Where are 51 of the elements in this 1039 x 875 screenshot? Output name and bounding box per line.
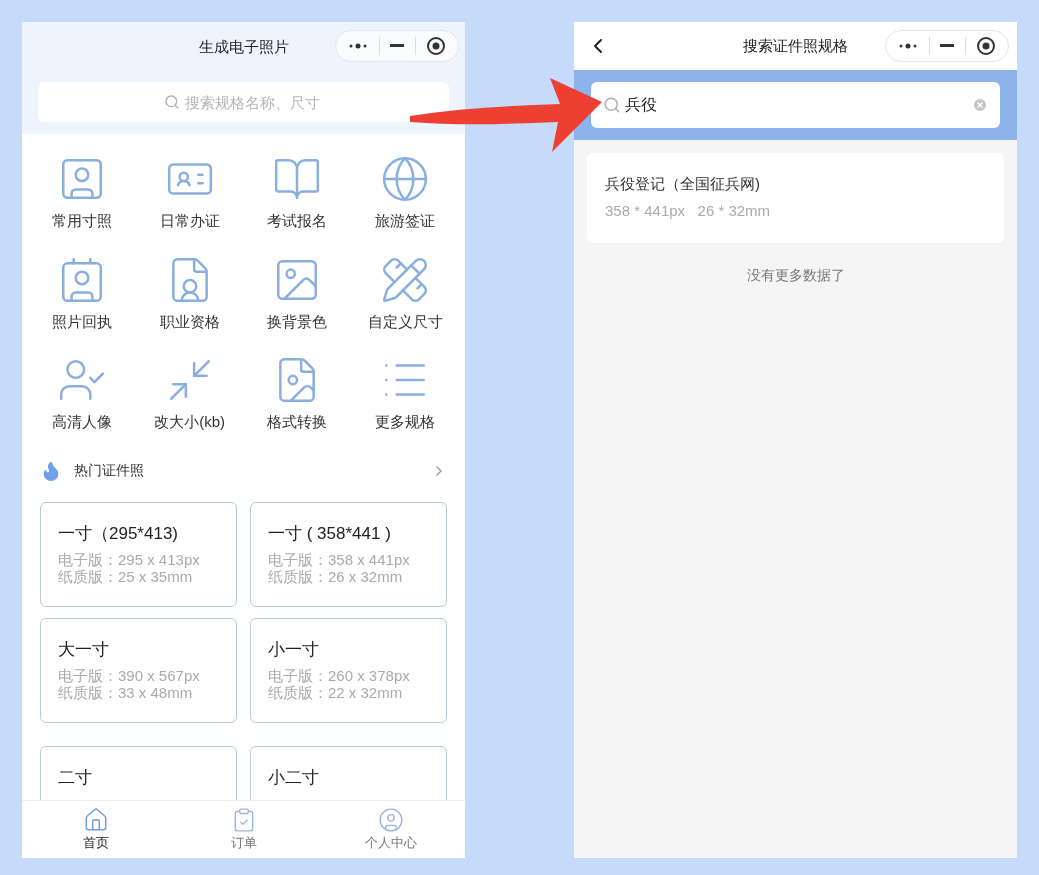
result-name: 兵役登记（全国征兵网) [605,174,761,194]
minimize-icon[interactable] [940,44,954,48]
card-title: 小一寸 [268,638,320,661]
paper-size: 纸质版：25 x 35mm [58,567,193,585]
electronic-size: 电子版：358 x 441px [268,550,411,568]
paper-size: 纸质版：26 x 32mm [268,567,403,585]
more-dots-icon[interactable] [348,43,368,49]
search-field[interactable]: 搜索规格名称、尺寸 [38,82,449,122]
category-item[interactable]: 日常办证 [135,154,244,233]
result-card[interactable]: 兵役登记（全国征兵网) 358 * 441px 26 * 32mm [587,153,1004,243]
page-title: 生成电子照片 [198,36,289,57]
tab-item[interactable]: 个人中心 [317,801,465,858]
close-target-icon[interactable] [426,36,446,56]
more-dots-icon[interactable] [898,43,918,49]
category-item[interactable]: 换背景色 [243,254,352,333]
end-message: 没有更多数据了 [746,266,845,285]
search-field[interactable]: 兵役 [591,82,1000,128]
tab-item[interactable]: 订单 [169,801,318,858]
category-item[interactable]: 更多规格 [351,355,459,434]
category-item[interactable]: 自定义尺寸 [351,254,459,333]
card-title: 大一寸 [58,638,110,661]
user-circle-icon [378,806,405,833]
card-title: 二寸 [58,766,93,789]
section-title: 热门证件照 [74,461,144,480]
category-item[interactable]: 旅游签证 [351,154,459,233]
size-card[interactable]: 一寸（295*413) 电子版：295 x 413px 纸质版：25 x 35mm [40,501,237,607]
electronic-size: 电子版：295 x 413px [58,550,201,568]
paper-size: 纸质版：33 x 48mm [58,683,193,701]
page-title: 搜索证件照规格 [743,35,848,56]
size-card[interactable]: 大一寸 电子版：390 x 567px 纸质版：33 x 48mm [40,617,237,723]
size-card[interactable]: 小一寸 电子版：260 x 378px 纸质版：22 x 32mm [250,617,447,723]
category-item[interactable]: 格式转换 [243,355,352,434]
electronic-size: 电子版：390 x 567px [58,666,201,684]
search-icon [164,94,180,110]
category-item[interactable]: 照片回执 [28,254,136,333]
search-icon [603,96,621,114]
category-item[interactable]: 考试报名 [243,154,352,233]
category-item[interactable]: 职业资格 [135,254,244,333]
category-item[interactable]: 改大小(kb) [135,355,244,434]
category-item[interactable]: 高清人像 [28,355,136,434]
minimize-icon[interactable] [390,44,404,48]
electronic-size: 电子版：260 x 378px [268,666,411,684]
size-card[interactable]: 一寸 ( 358*441 ) 电子版：358 x 441px 纸质版：26 x 32mm [250,501,447,607]
paper-size: 纸质版：22 x 32mm [268,683,403,701]
card-title: 一寸 ( 358*441 ) [268,522,392,545]
card-title: 一寸（295*413) [58,522,179,545]
close-target-icon[interactable] [976,36,996,56]
tab-item[interactable]: 首页 [22,801,170,858]
category-item[interactable]: 常用寸照 [28,154,136,233]
card-title: 小二寸 [268,766,320,789]
result-size: 358 * 441px 26 * 32mm [605,200,772,221]
